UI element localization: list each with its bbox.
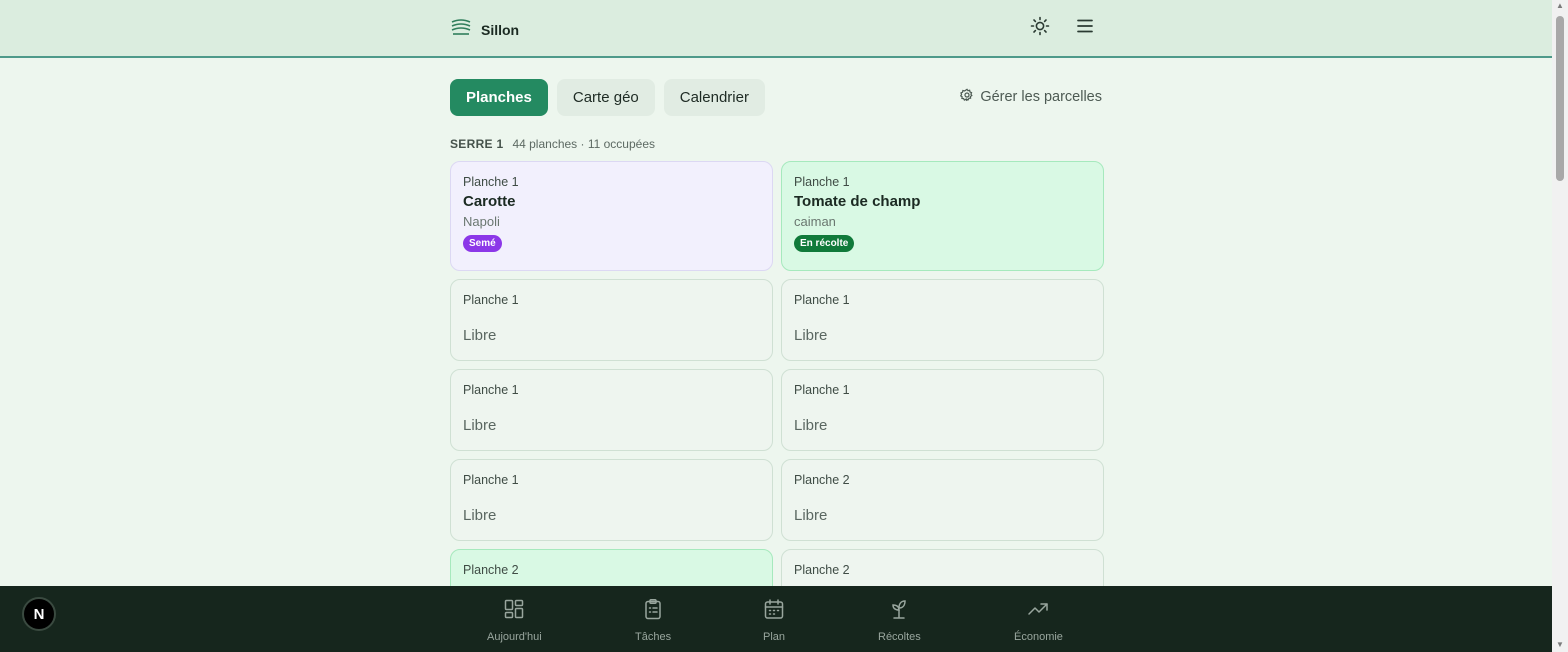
hamburger-menu-icon [1075,16,1095,41]
bed-card[interactable]: Planche 1 Libre [781,369,1104,451]
nav-label: Récoltes [878,631,921,643]
bed-label: Planche 1 [794,175,850,189]
bed-free-label: Libre [794,327,828,344]
nav-label: Tâches [635,631,672,643]
bed-crop: Carotte [463,193,516,210]
bed-card[interactable]: Planche 2 [450,549,773,586]
manage-parcels-label: Gérer les parcelles [980,89,1102,105]
bed-card[interactable]: Planche 1 Libre [450,369,773,451]
scroll-down-arrow-icon[interactable]: ▼ [1556,641,1564,649]
bed-label: Planche 2 [794,563,850,577]
trending-up-icon [1027,598,1049,625]
bed-crop: Tomate de champ [794,193,921,210]
tab-calendrier[interactable]: Calendrier [663,79,765,116]
bed-label: Planche 1 [463,383,519,397]
bed-label: Planche 1 [463,293,519,307]
nav-economy[interactable]: Économie [1014,598,1063,643]
bed-free-label: Libre [794,507,828,524]
dashboard-grid-icon [503,598,525,625]
nav-label: Plan [763,631,786,643]
bed-grid: Planche 1 Carotte Napoli Semé Planche 1 … [450,161,1104,586]
view-tabs: Planches Carte géo Calendrier [450,79,765,116]
menu-button[interactable] [1074,17,1096,39]
tab-planches[interactable]: Planches [450,79,548,116]
top-bar: Sillon [0,0,1552,58]
nav-today[interactable]: Aujourd'hui [487,598,542,643]
section-meta: 44 planches · 11 occupées [512,137,655,151]
bed-label: Planche 1 [794,383,850,397]
scroll-up-arrow-icon[interactable]: ▲ [1556,2,1564,10]
section-header: SERRE 1 44 planches · 11 occupées [450,137,655,151]
bed-card[interactable]: Planche 1 Libre [781,279,1104,361]
section-name: SERRE 1 [450,137,504,151]
brand[interactable]: Sillon [450,17,519,42]
nav-harvests[interactable]: Récoltes [878,598,921,643]
bed-card[interactable]: Planche 2 [781,549,1104,586]
nav-plan[interactable]: Plan [763,598,785,643]
clipboard-list-icon [642,598,664,625]
nav-label: Économie [1014,631,1063,643]
dev-tools-badge[interactable]: N [22,597,56,631]
bed-card[interactable]: Planche 1 Carotte Napoli Semé [450,161,773,271]
bed-free-label: Libre [463,417,497,434]
bed-label: Planche 1 [463,175,519,189]
bed-label: Planche 2 [463,563,519,577]
bed-card[interactable]: Planche 1 Libre [450,279,773,361]
field-rows-logo-icon [450,17,472,42]
bed-free-label: Libre [463,327,497,344]
sprout-icon [888,598,910,625]
bed-variety: caiman [794,214,836,229]
status-badge: Semé [463,235,502,252]
tab-carte-geo[interactable]: Carte géo [556,79,655,116]
nav-tasks[interactable]: Tâches [635,598,671,643]
theme-toggle-button[interactable] [1029,16,1051,41]
calendar-icon [763,598,785,625]
bed-label: Planche 1 [463,473,519,487]
bed-label: Planche 1 [794,293,850,307]
bed-card[interactable]: Planche 2 Libre [781,459,1104,541]
gear-icon [960,88,974,106]
scrollbar-thumb[interactable] [1556,16,1564,181]
bottom-nav: Aujourd'hui Tâches Plan Récoltes Économi… [0,586,1552,652]
status-badge: En récolte [794,235,855,252]
nav-label: Aujourd'hui [487,631,542,643]
manage-parcels-button[interactable]: Gérer les parcelles [960,88,1102,106]
brand-name: Sillon [481,21,520,38]
bed-free-label: Libre [463,507,497,524]
page-scrollbar[interactable]: ▲ ▼ [1552,0,1568,652]
bed-free-label: Libre [794,417,828,434]
bed-variety: Napoli [463,214,500,229]
bed-label: Planche 2 [794,473,850,487]
sun-icon [1030,16,1050,41]
bed-card[interactable]: Planche 1 Libre [450,459,773,541]
bed-card[interactable]: Planche 1 Tomate de champ caiman En réco… [781,161,1104,271]
